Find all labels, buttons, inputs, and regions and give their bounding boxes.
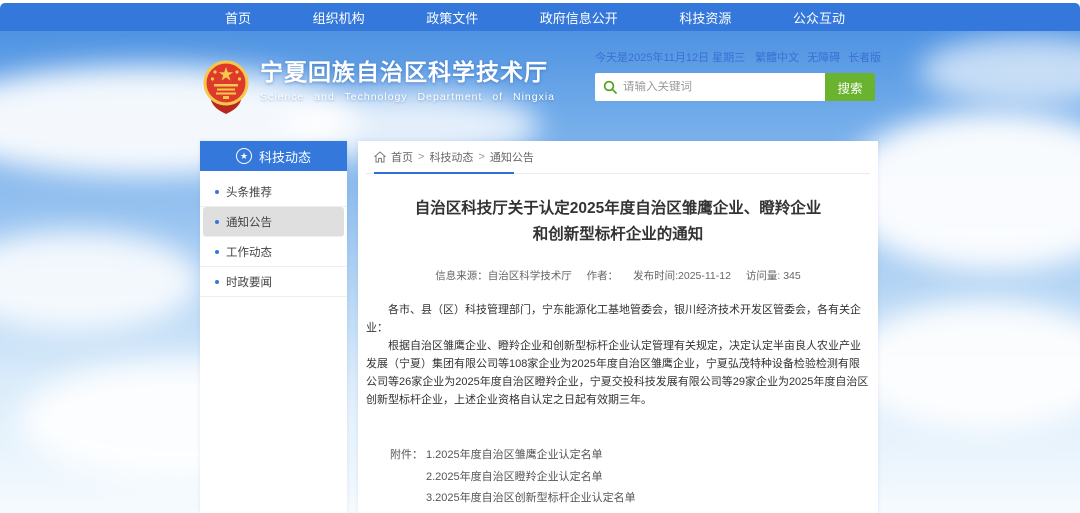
cloud — [920, 36, 1080, 106]
attachments-list: 1.2025年度自治区雏鹰企业认定名单 2.2025年度自治区瞪羚企业认定名单 … — [426, 445, 636, 510]
cloud — [850, 301, 1080, 431]
attachments-block: 附件： 1.2025年度自治区雏鹰企业认定名单 2.2025年度自治区瞪羚企业认… — [366, 445, 870, 510]
attachment-link-1[interactable]: 1.2025年度自治区雏鹰企业认定名单 — [426, 445, 636, 467]
link-accessibility[interactable]: 无障碍 — [807, 49, 840, 65]
cloud — [0, 231, 200, 331]
attachment-link-2[interactable]: 2.2025年度自治区瞪羚企业认定名单 — [426, 467, 636, 489]
breadcrumb-link-notices[interactable]: 通知公告 — [490, 149, 534, 165]
lang-links: 繁體中文 无障碍 长者版 — [755, 49, 881, 65]
article-title: 自治区科技厅关于认定2025年度自治区雏鹰企业、瞪羚企业 和创新型标杆企业的通知 — [366, 196, 870, 248]
breadcrumb-separator: > — [418, 151, 424, 163]
sky-background: 宁夏回族自治区科学技术厅 Science and Technology Depa… — [0, 31, 1080, 513]
bullet-dot-icon — [215, 190, 219, 194]
sidebar-menu: 头条推荐 通知公告 工作动态 时政要闻 — [200, 171, 347, 297]
breadcrumb-link-sci-news[interactable]: 科技动态 — [429, 149, 473, 165]
breadcrumb-link-home[interactable]: 首页 — [391, 149, 413, 165]
nav-item-public-interaction[interactable]: 公众互动 — [783, 8, 855, 27]
article-body: 各市、县（区）科技管理部门，宁东能源化工基地管委会，银川经济技术开发区管委会，各… — [366, 301, 870, 409]
meta-author: 作者： — [587, 270, 619, 282]
sidebar-item-work-updates[interactable]: 工作动态 — [200, 237, 347, 267]
nav-item-gov-info[interactable]: 政府信息公开 — [530, 8, 628, 27]
site-logo[interactable]: 宁夏回族自治区科学技术厅 Science and Technology Depa… — [202, 57, 555, 115]
nav-item-home[interactable]: 首页 — [215, 8, 261, 27]
sidebar-item-label: 通知公告 — [226, 214, 272, 230]
search-bar: 搜索 — [595, 73, 875, 101]
sidebar: ★ 科技动态 头条推荐 通知公告 工作动态 — [200, 141, 347, 513]
article-meta: 信息来源：自治区科学技术厅 作者： 发布时间:2025-11-12 访问量: 3… — [366, 268, 870, 283]
header-top-row: 今天是2025年11月12日 星期三 繁體中文 无障碍 长者版 — [595, 49, 875, 65]
breadcrumb-separator: > — [478, 151, 484, 163]
nav-items: 首页 组织机构 政策文件 政府信息公开 科技资源 公众互动 — [215, 3, 855, 31]
main-navbar: 首页 组织机构 政策文件 政府信息公开 科技资源 公众互动 — [0, 3, 1080, 31]
article-title-line1: 自治区科技厅关于认定2025年度自治区雏鹰企业、瞪羚企业 — [366, 196, 870, 222]
nav-item-organization[interactable]: 组织机构 — [303, 8, 375, 27]
main-panel: 首页 > 科技动态 > 通知公告 自治区科技厅关于认定2025年度自治区雏鹰企业… — [358, 141, 878, 513]
meta-publish-date: 发布时间:2025-11-12 — [633, 270, 731, 282]
sidebar-item-label: 时政要闻 — [226, 274, 272, 290]
nav-item-sci-resources[interactable]: 科技资源 — [669, 8, 741, 27]
sidebar-item-headlines[interactable]: 头条推荐 — [200, 177, 347, 207]
current-date: 今天是2025年11月12日 星期三 — [595, 49, 745, 65]
sidebar-title: 科技动态 — [259, 147, 311, 166]
article-paragraph: 各市、县（区）科技管理部门，宁东能源化工基地管委会，银川经济技术开发区管委会，各… — [366, 301, 870, 337]
search-box — [595, 73, 825, 101]
sidebar-header: ★ 科技动态 — [200, 141, 347, 171]
link-elder-version[interactable]: 长者版 — [848, 49, 881, 65]
sidebar-item-label: 工作动态 — [226, 244, 272, 260]
attachment-link-3[interactable]: 3.2025年度自治区创新型标杆企业认定名单 — [426, 488, 636, 510]
article-title-line2: 和创新型标杆企业的通知 — [366, 222, 870, 248]
site-title-block: 宁夏回族自治区科学技术厅 Science and Technology Depa… — [260, 57, 555, 103]
header-utilities: 今天是2025年11月12日 星期三 繁體中文 无障碍 长者版 搜索 — [595, 49, 875, 101]
home-icon — [374, 151, 386, 163]
content-area: ★ 科技动态 头条推荐 通知公告 工作动态 — [200, 141, 878, 513]
attachments-label: 附件： — [390, 445, 426, 510]
star-circle-icon: ★ — [236, 148, 252, 164]
link-traditional-chinese[interactable]: 繁體中文 — [755, 49, 799, 65]
nav-item-policy[interactable]: 政策文件 — [416, 8, 488, 27]
bullet-dot-icon — [215, 220, 219, 224]
national-emblem-icon — [202, 57, 250, 115]
site-title: 宁夏回族自治区科学技术厅 — [260, 57, 555, 87]
meta-source: 信息来源：自治区科学技术厅 — [435, 270, 572, 282]
search-input[interactable] — [623, 81, 817, 93]
article-paragraph: 根据自治区雏鹰企业、瞪羚企业和创新型标杆企业认定管理有关规定，决定认定半亩良人农… — [366, 337, 870, 409]
breadcrumb-accent-line — [374, 172, 514, 174]
page: 首页 组织机构 政策文件 政府信息公开 科技资源 公众互动 — [0, 0, 1080, 513]
breadcrumb: 首页 > 科技动态 > 通知公告 — [366, 141, 870, 174]
site-title-english: Science and Technology Department of Nin… — [260, 91, 555, 103]
search-icon — [603, 80, 617, 94]
bullet-dot-icon — [215, 250, 219, 254]
meta-views: 访问量: 345 — [746, 270, 801, 282]
sidebar-item-notices[interactable]: 通知公告 — [203, 207, 344, 237]
bullet-dot-icon — [215, 280, 219, 284]
sidebar-item-label: 头条推荐 — [226, 184, 272, 200]
sidebar-item-political-news[interactable]: 时政要闻 — [200, 267, 347, 297]
search-button[interactable]: 搜索 — [825, 73, 875, 101]
